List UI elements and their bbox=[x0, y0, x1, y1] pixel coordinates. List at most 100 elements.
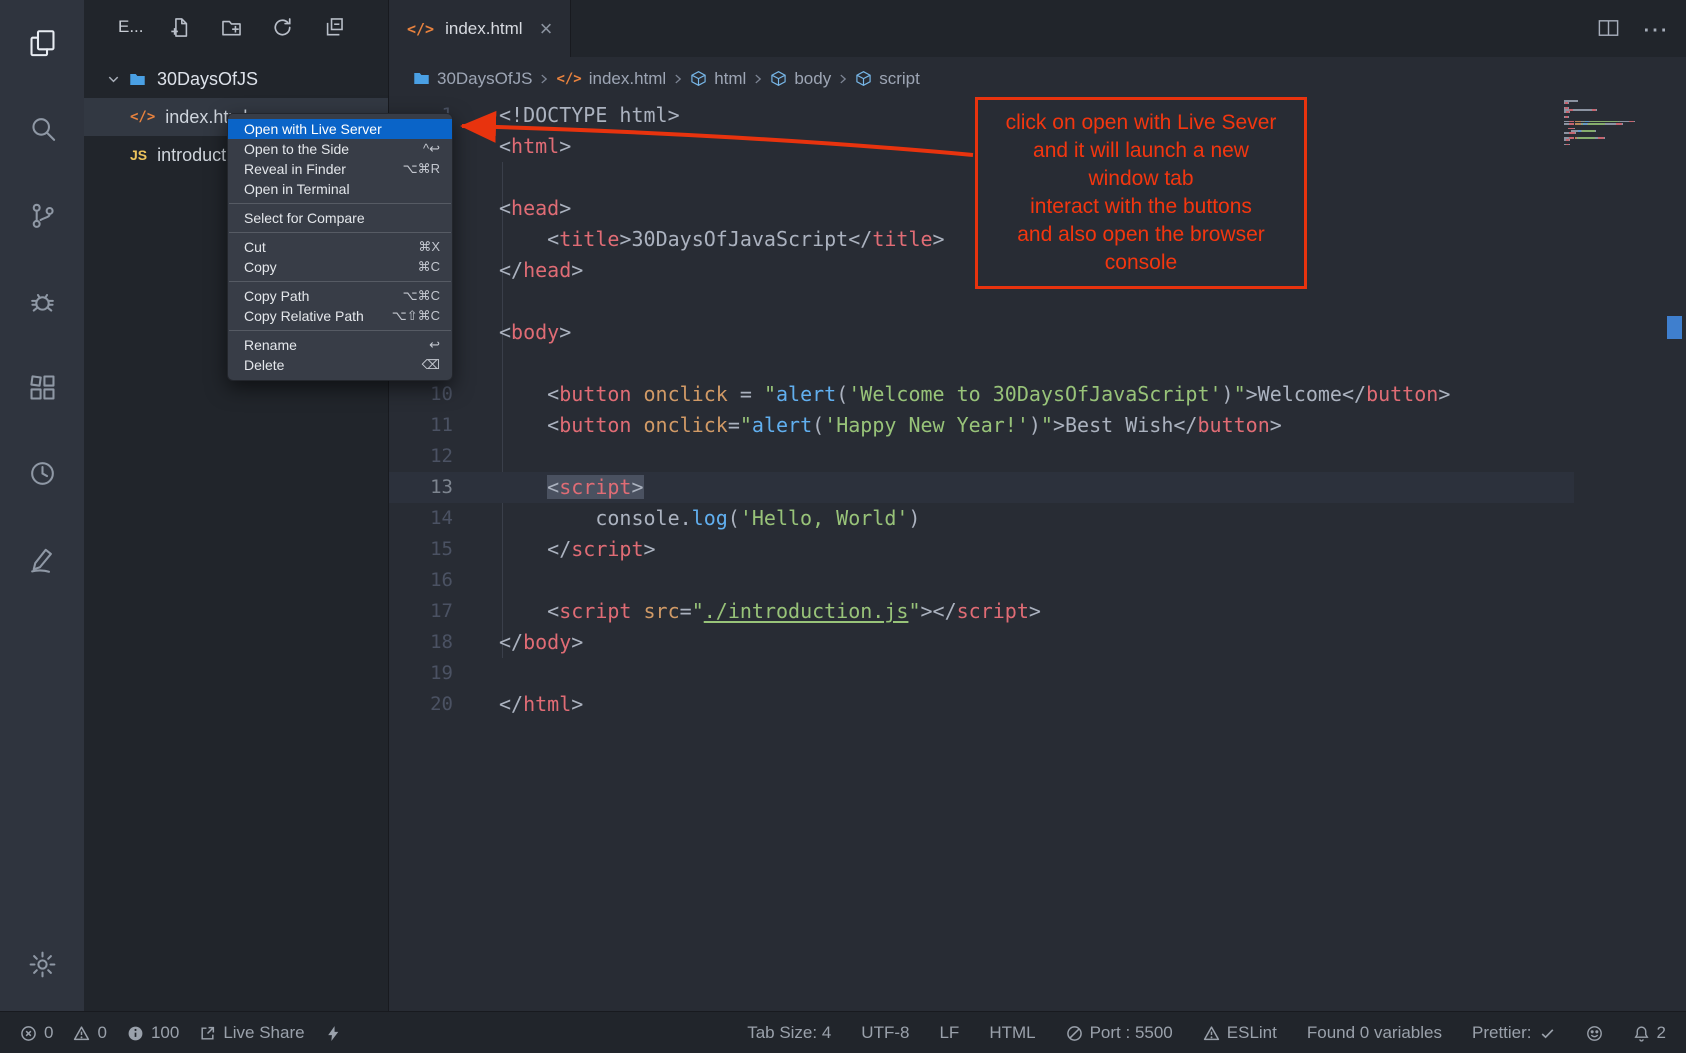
menu-item-cut[interactable]: Cut⌘X bbox=[228, 237, 452, 257]
menu-item-shortcut: ⌘C bbox=[418, 259, 440, 275]
activity-extensions[interactable] bbox=[0, 344, 84, 430]
menu-separator bbox=[229, 281, 451, 282]
breadcrumb-index-html[interactable]: </>index.html bbox=[556, 69, 666, 89]
activity-history[interactable] bbox=[0, 430, 84, 516]
activity-feedback[interactable] bbox=[0, 516, 84, 602]
breadcrumb-30daysofjs[interactable]: 30DaysOfJS bbox=[413, 69, 532, 89]
code-line-10[interactable]: 10 <button onclick = "alert('Welcome to … bbox=[389, 379, 1686, 410]
menu-item-shortcut: ⌫ bbox=[422, 357, 440, 373]
menu-item-label: Open in Terminal bbox=[244, 181, 350, 197]
warning-icon bbox=[73, 1025, 90, 1042]
breadcrumb-html[interactable]: html bbox=[690, 69, 746, 89]
gear-icon bbox=[27, 949, 58, 980]
menu-item-label: Delete bbox=[244, 357, 284, 373]
code-line-14[interactable]: 14 console.log('Hello, World') bbox=[389, 503, 1686, 534]
status-port[interactable]: Port : 5500 bbox=[1066, 1023, 1173, 1043]
error-icon bbox=[20, 1025, 37, 1042]
menu-item-reveal-in-finder[interactable]: Reveal in Finder⌥⌘R bbox=[228, 159, 452, 179]
status-tab-size[interactable]: Tab Size: 4 bbox=[747, 1023, 831, 1043]
code-line-15[interactable]: 15 </script> bbox=[389, 534, 1686, 565]
breadcrumb-script[interactable]: script bbox=[855, 69, 920, 89]
activity-run-debug[interactable] bbox=[0, 258, 84, 344]
code-line-7[interactable]: 7 bbox=[389, 286, 1686, 317]
menu-item-shortcut: ↩ bbox=[429, 337, 440, 353]
breadcrumb-label: 30DaysOfJS bbox=[437, 69, 532, 89]
sidebar-header: E... bbox=[84, 0, 388, 54]
cube-icon bbox=[770, 70, 787, 87]
code-text: </head> bbox=[499, 255, 583, 286]
new-file-icon[interactable] bbox=[170, 17, 191, 38]
tab-index-html[interactable]: </> index.html × bbox=[389, 0, 571, 57]
breadcrumb: 30DaysOfJS </>index.html html body script bbox=[389, 57, 1686, 100]
activity-explorer[interactable] bbox=[0, 0, 84, 86]
code-line-8[interactable]: 8<body> bbox=[389, 317, 1686, 348]
code-line-16[interactable]: 16 bbox=[389, 565, 1686, 596]
annotation-line: console bbox=[978, 249, 1304, 277]
breadcrumb-label: script bbox=[879, 69, 920, 89]
menu-item-rename[interactable]: Rename↩ bbox=[228, 335, 452, 355]
menu-item-open-with-live-server[interactable]: Open with Live Server bbox=[228, 119, 452, 139]
menu-item-shortcut: ⌥⌘C bbox=[403, 288, 440, 304]
code-text: <body> bbox=[499, 317, 571, 348]
status-language-mode[interactable]: HTML bbox=[989, 1023, 1035, 1043]
menu-item-delete[interactable]: Delete ⌫ bbox=[228, 355, 452, 375]
code-text: </html> bbox=[499, 689, 583, 720]
code-line-20[interactable]: 20</html> bbox=[389, 689, 1686, 720]
status-eslint[interactable]: ESLint bbox=[1203, 1023, 1277, 1043]
code-line-12[interactable]: 12 bbox=[389, 441, 1686, 472]
status-eol[interactable]: LF bbox=[939, 1023, 959, 1043]
code-line-19[interactable]: 19 bbox=[389, 658, 1686, 689]
annotation-line: interact with the buttons bbox=[978, 193, 1304, 221]
line-number: 17 bbox=[389, 596, 453, 627]
clock-icon bbox=[27, 458, 58, 489]
code-line-11[interactable]: 11 <button onclick="alert('Happy New Yea… bbox=[389, 410, 1686, 441]
line-number: 15 bbox=[389, 534, 453, 565]
code-line-18[interactable]: 18</body> bbox=[389, 627, 1686, 658]
new-folder-icon[interactable] bbox=[221, 17, 242, 38]
status-notifications-bell[interactable]: 2 bbox=[1633, 1023, 1666, 1043]
line-number: 12 bbox=[389, 441, 453, 472]
code-line-9[interactable]: 9 bbox=[389, 348, 1686, 379]
code-line-13[interactable]: 13 <script> bbox=[389, 472, 1686, 503]
menu-item-open-in-terminal[interactable]: Open in Terminal bbox=[228, 179, 452, 199]
activity-source-control[interactable] bbox=[0, 172, 84, 258]
breadcrumb-label: index.html bbox=[589, 69, 666, 89]
minimap[interactable] bbox=[1564, 100, 1658, 146]
menu-item-select-for-compare[interactable]: Select for Compare bbox=[228, 208, 452, 228]
status-encoding[interactable]: UTF-8 bbox=[861, 1023, 909, 1043]
menu-item-copy[interactable]: Copy⌘C bbox=[228, 257, 452, 277]
status-feedback-smiley[interactable] bbox=[1586, 1025, 1603, 1042]
menu-item-copy-relative-path[interactable]: Copy Relative Path⌥⇧⌘C bbox=[228, 306, 452, 326]
bug-icon bbox=[27, 286, 58, 317]
activity-settings[interactable] bbox=[0, 921, 84, 1007]
split-editor-icon[interactable] bbox=[1597, 17, 1620, 40]
code-line-17[interactable]: 17 <script src="./introduction.js"></scr… bbox=[389, 596, 1686, 627]
annotation-box: click on open with Live Severand it will… bbox=[975, 97, 1307, 289]
search-icon bbox=[27, 114, 58, 145]
status-lightning[interactable] bbox=[325, 1025, 342, 1042]
menu-item-copy-path[interactable]: Copy Path⌥⌘C bbox=[228, 286, 452, 306]
status-label: LF bbox=[939, 1023, 959, 1043]
bell-icon bbox=[1633, 1025, 1650, 1042]
collapse-all-icon[interactable] bbox=[323, 17, 344, 38]
status-prettier[interactable]: Prettier: bbox=[1472, 1023, 1556, 1043]
breadcrumb-body[interactable]: body bbox=[770, 69, 831, 89]
pen-icon bbox=[27, 544, 58, 575]
menu-item-shortcut: ^↩ bbox=[423, 141, 440, 157]
status-left: 00 100 Live Share bbox=[20, 1023, 342, 1043]
status-problems-warnings[interactable]: 0 bbox=[73, 1023, 106, 1043]
breadcrumb-label: html bbox=[714, 69, 746, 89]
status-label: 0 bbox=[44, 1023, 53, 1043]
status-problems-errors[interactable]: 0 bbox=[20, 1023, 53, 1043]
lightning-icon bbox=[325, 1025, 342, 1042]
status-info-count[interactable]: 100 bbox=[127, 1023, 179, 1043]
menu-item-open-to-the-side[interactable]: Open to the Side^↩ bbox=[228, 139, 452, 159]
status-found-variables[interactable]: Found 0 variables bbox=[1307, 1023, 1442, 1043]
line-number: 11 bbox=[389, 410, 453, 441]
activity-search[interactable] bbox=[0, 86, 84, 172]
line-number: 16 bbox=[389, 565, 453, 596]
folder-root-30daysofjs[interactable]: 30DaysOfJS bbox=[84, 60, 388, 98]
refresh-icon[interactable] bbox=[272, 17, 293, 38]
close-tab-icon[interactable]: × bbox=[540, 18, 553, 40]
status-live-share[interactable]: Live Share bbox=[199, 1023, 304, 1043]
